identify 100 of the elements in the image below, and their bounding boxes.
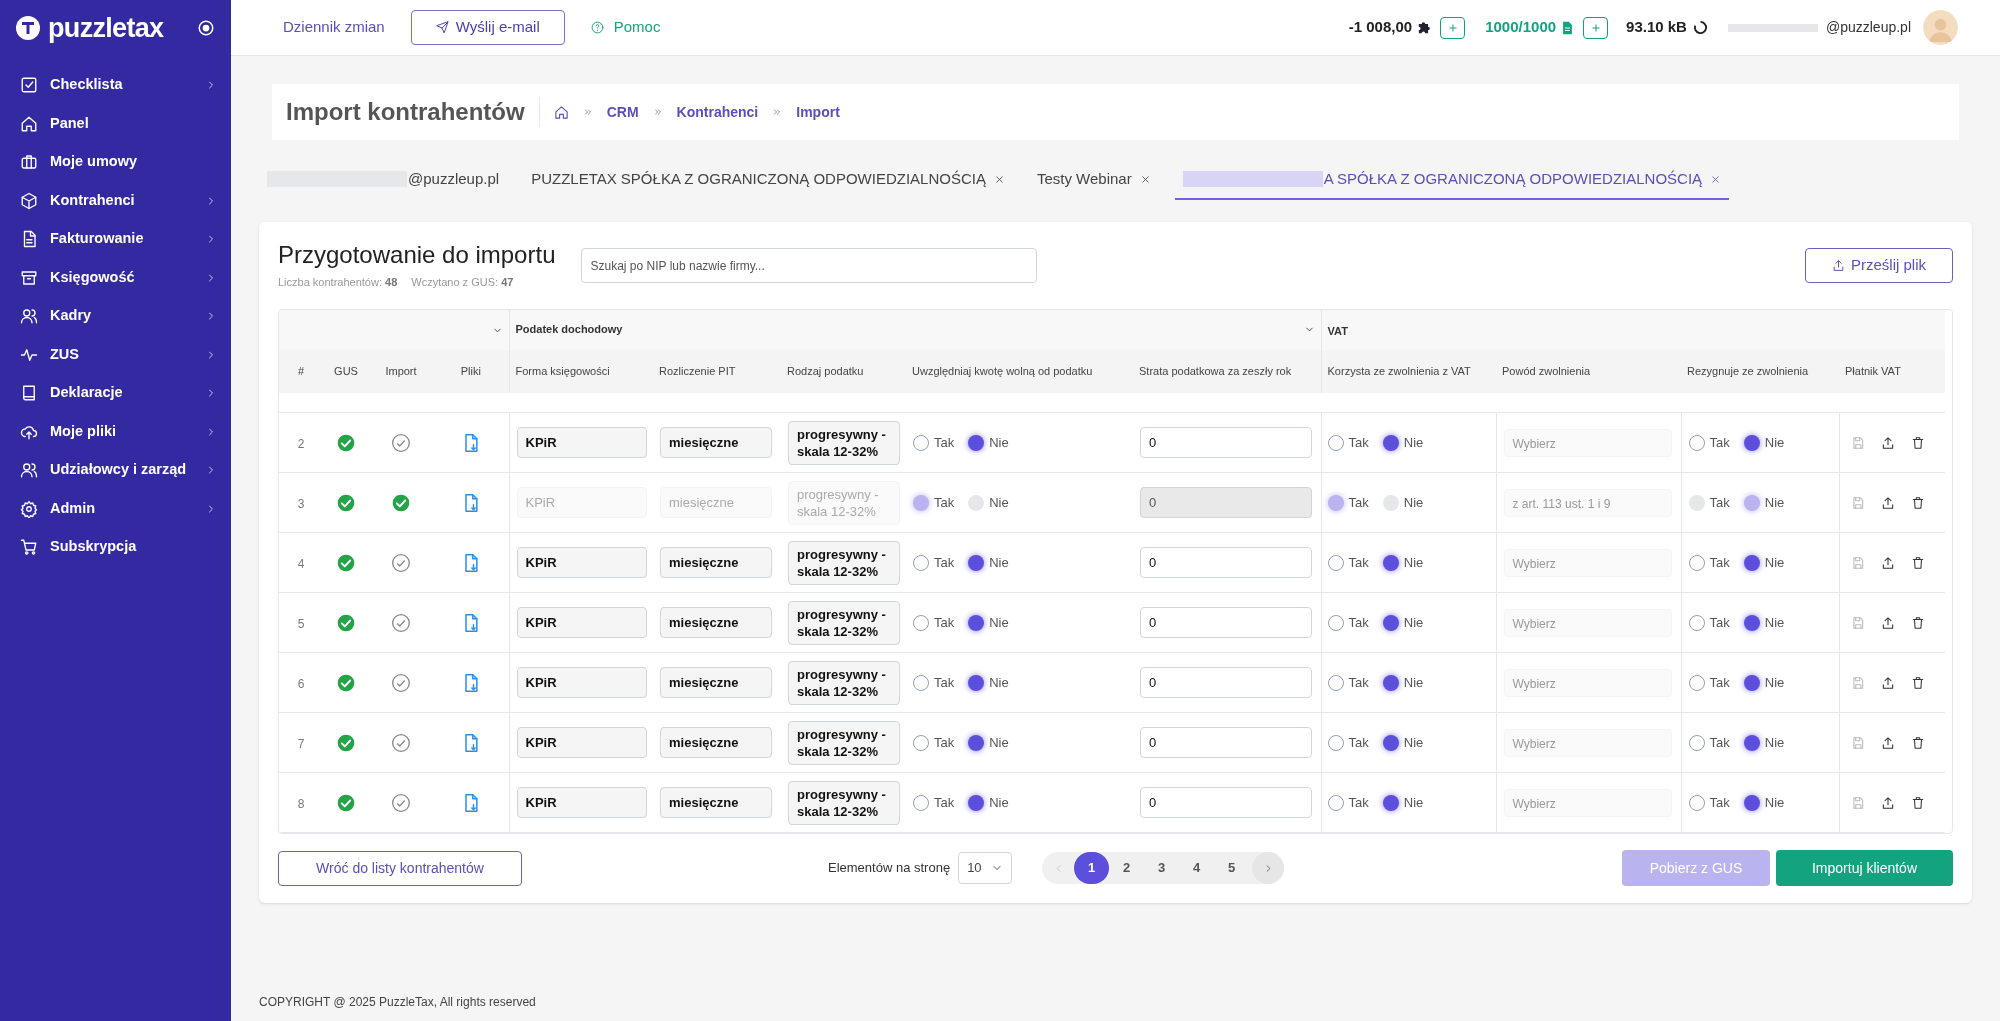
- input-field[interactable]: 0: [1140, 487, 1312, 518]
- radio-option[interactable]: Nie: [1743, 732, 1785, 753]
- input-field[interactable]: KPiR: [516, 607, 647, 638]
- input-field[interactable]: 0: [1140, 607, 1312, 638]
- delete-button[interactable]: [1911, 795, 1926, 810]
- radio-option[interactable]: Tak: [1327, 552, 1369, 573]
- input-field[interactable]: miesięczne: [660, 607, 772, 638]
- radio-button[interactable]: [913, 494, 929, 511]
- radio-button[interactable]: [913, 554, 929, 571]
- input-field[interactable]: progresywny - skala 12-32%: [788, 540, 900, 585]
- input-field[interactable]: miesięczne: [660, 787, 772, 818]
- radio-option[interactable]: Nie: [1743, 792, 1785, 813]
- radio-button[interactable]: [968, 794, 985, 811]
- radio-button[interactable]: [1327, 674, 1344, 691]
- radio-button[interactable]: [1688, 734, 1705, 751]
- radio-option[interactable]: Tak: [913, 672, 955, 693]
- radio-option[interactable]: Tak: [913, 612, 955, 633]
- radio-option[interactable]: Nie: [968, 432, 1009, 453]
- radio-button[interactable]: [1327, 434, 1344, 451]
- input-field[interactable]: KPiR: [516, 547, 647, 578]
- upload-button[interactable]: [1881, 795, 1896, 810]
- radio-option[interactable]: Nie: [968, 672, 1009, 693]
- upload-button[interactable]: [1881, 495, 1896, 510]
- radio-option[interactable]: Nie: [968, 552, 1009, 573]
- back-button[interactable]: Wróć do listy kontrahentów: [278, 850, 522, 886]
- radio-button[interactable]: [1327, 734, 1344, 751]
- radio-button[interactable]: [968, 614, 985, 631]
- radio-button[interactable]: [1688, 614, 1705, 631]
- radio-button[interactable]: [913, 614, 929, 631]
- radio-option[interactable]: Nie: [1743, 492, 1785, 513]
- sidebar-item[interactable]: Udziałowcy i zarząd: [0, 451, 231, 490]
- input-field[interactable]: miesięczne: [660, 727, 772, 758]
- radio-button[interactable]: [913, 794, 929, 811]
- input-field[interactable]: 0: [1140, 787, 1312, 818]
- delete-button[interactable]: [1911, 555, 1926, 570]
- page-button[interactable]: 5: [1214, 852, 1250, 884]
- radio-button[interactable]: [1688, 494, 1705, 511]
- avatar[interactable]: [1923, 10, 1958, 45]
- radio-option[interactable]: Nie: [968, 612, 1009, 633]
- sidebar-item[interactable]: Kontrahenci: [0, 181, 231, 220]
- radio-option[interactable]: Nie: [968, 792, 1009, 813]
- sidebar-item[interactable]: Checklista: [0, 66, 231, 105]
- radio-button[interactable]: [968, 494, 985, 511]
- breadcrumb-link[interactable]: Import: [796, 101, 840, 123]
- input-field[interactable]: progresywny - skala 12-32%: [788, 420, 900, 465]
- radio-button[interactable]: [1743, 674, 1760, 691]
- add-button[interactable]: [1440, 16, 1466, 39]
- breadcrumb-link[interactable]: CRM: [606, 101, 639, 123]
- input-field[interactable]: 0: [1140, 667, 1312, 698]
- radio-option[interactable]: Nie: [1743, 612, 1785, 633]
- radio-button[interactable]: [968, 674, 985, 691]
- sidebar-item[interactable]: Admin: [0, 489, 231, 528]
- input-field[interactable]: KPiR: [516, 727, 647, 758]
- save-button[interactable]: [1851, 435, 1866, 450]
- input-field[interactable]: 0: [1140, 547, 1312, 578]
- input-field[interactable]: KPiR: [516, 787, 647, 818]
- save-button[interactable]: [1851, 495, 1866, 510]
- input-field[interactable]: progresywny - skala 12-32%: [788, 780, 900, 825]
- input-field[interactable]: KPiR: [516, 667, 647, 698]
- sidebar-item[interactable]: Fakturowanie: [0, 220, 231, 259]
- radio-button[interactable]: [968, 734, 985, 751]
- radio-button[interactable]: [1688, 434, 1705, 451]
- radio-button[interactable]: [1327, 794, 1344, 811]
- sidebar-item[interactable]: Subskrypcja: [0, 528, 231, 567]
- radio-option[interactable]: Tak: [1688, 552, 1730, 573]
- delete-button[interactable]: [1911, 675, 1926, 690]
- upload-button[interactable]: Prześlij plik: [1805, 248, 1953, 283]
- save-button[interactable]: [1851, 615, 1866, 630]
- delete-button[interactable]: [1911, 435, 1926, 450]
- tab[interactable]: A SPÓŁKA Z OGRANICZONĄ ODPOWIEDZIALNOŚCIĄ: [1174, 160, 1730, 200]
- radio-button[interactable]: [913, 434, 929, 451]
- radio-option[interactable]: Tak: [1327, 672, 1369, 693]
- radio-option[interactable]: Nie: [1743, 552, 1785, 573]
- sidebar-item[interactable]: Księgowość: [0, 258, 231, 297]
- radio-button[interactable]: [1688, 794, 1705, 811]
- page-button[interactable]: 4: [1179, 852, 1215, 884]
- delete-button[interactable]: [1911, 735, 1926, 750]
- radio-button[interactable]: [968, 554, 985, 571]
- radio-option[interactable]: Tak: [1688, 792, 1730, 813]
- save-button[interactable]: [1851, 795, 1866, 810]
- save-button[interactable]: [1851, 675, 1866, 690]
- radio-option[interactable]: Tak: [1327, 432, 1369, 453]
- radio-button[interactable]: [1382, 434, 1399, 451]
- radio-option[interactable]: Nie: [968, 492, 1009, 513]
- page-button[interactable]: 1: [1074, 852, 1110, 884]
- radio-button[interactable]: [1382, 614, 1399, 631]
- radio-option[interactable]: Nie: [1382, 732, 1424, 753]
- radio-button[interactable]: [913, 674, 929, 691]
- radio-option[interactable]: Tak: [913, 732, 955, 753]
- input-field[interactable]: miesięczne: [660, 427, 772, 458]
- radio-option[interactable]: Nie: [1382, 792, 1424, 813]
- radio-option[interactable]: Nie: [968, 732, 1009, 753]
- add-button[interactable]: [1583, 16, 1609, 39]
- upload-button[interactable]: [1881, 675, 1896, 690]
- radio-option[interactable]: Tak: [913, 432, 955, 453]
- upload-button[interactable]: [1881, 735, 1896, 750]
- radio-button[interactable]: [1743, 614, 1760, 631]
- sidebar-item[interactable]: Moje umowy: [0, 143, 231, 182]
- radio-option[interactable]: Nie: [1382, 432, 1424, 453]
- radio-option[interactable]: Tak: [1688, 672, 1730, 693]
